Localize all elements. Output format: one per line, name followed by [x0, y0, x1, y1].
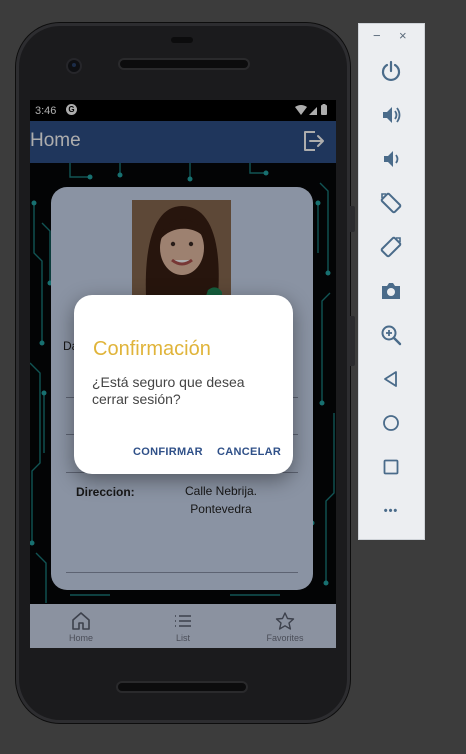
more-options-button[interactable]: •••: [372, 495, 410, 527]
power-button[interactable]: [372, 55, 410, 87]
rotate-right-button[interactable]: [372, 231, 410, 263]
rotate-left-icon: [380, 192, 402, 214]
emulator-toolbar: − × •••: [358, 23, 425, 540]
screenshot-button[interactable]: [372, 275, 410, 307]
bottom-speaker: [118, 683, 246, 691]
close-button[interactable]: ×: [399, 28, 407, 43]
confirm-button[interactable]: CONFIRMAR: [133, 446, 203, 458]
camera-icon: [382, 283, 400, 299]
back-button[interactable]: [372, 363, 410, 395]
rotate-left-button[interactable]: [372, 187, 410, 219]
volume-down-button[interactable]: [372, 143, 410, 175]
confirm-logout-dialog: Confirmación ¿Está seguro que desea cerr…: [74, 295, 293, 474]
volume-up-icon: [383, 107, 401, 123]
home-button[interactable]: [372, 407, 410, 439]
zoom-button[interactable]: [372, 319, 410, 351]
minimize-button[interactable]: −: [373, 28, 381, 43]
earpiece-speaker: [120, 60, 248, 68]
front-camera: [68, 60, 80, 72]
dialog-title: Confirmación: [93, 338, 211, 360]
volume-side-button[interactable]: [350, 316, 355, 366]
power-side-button[interactable]: [350, 206, 355, 232]
phone-screen: 3:46 G Home Da Direccion: Calle Nebrija.…: [30, 100, 336, 648]
proximity-sensor: [171, 37, 193, 43]
power-icon: [381, 60, 401, 82]
overview-square-icon: [383, 459, 399, 475]
back-triangle-icon: [384, 371, 397, 387]
rotate-right-icon: [380, 236, 402, 258]
volume-down-icon: [384, 151, 399, 167]
cancel-button[interactable]: CANCELAR: [217, 446, 281, 458]
zoom-in-icon: [381, 325, 402, 346]
home-circle-icon: [383, 415, 399, 431]
dialog-message: ¿Está seguro que desea cerrar sesión?: [92, 374, 245, 407]
volume-up-button[interactable]: [372, 99, 410, 131]
overview-button[interactable]: [372, 451, 410, 483]
